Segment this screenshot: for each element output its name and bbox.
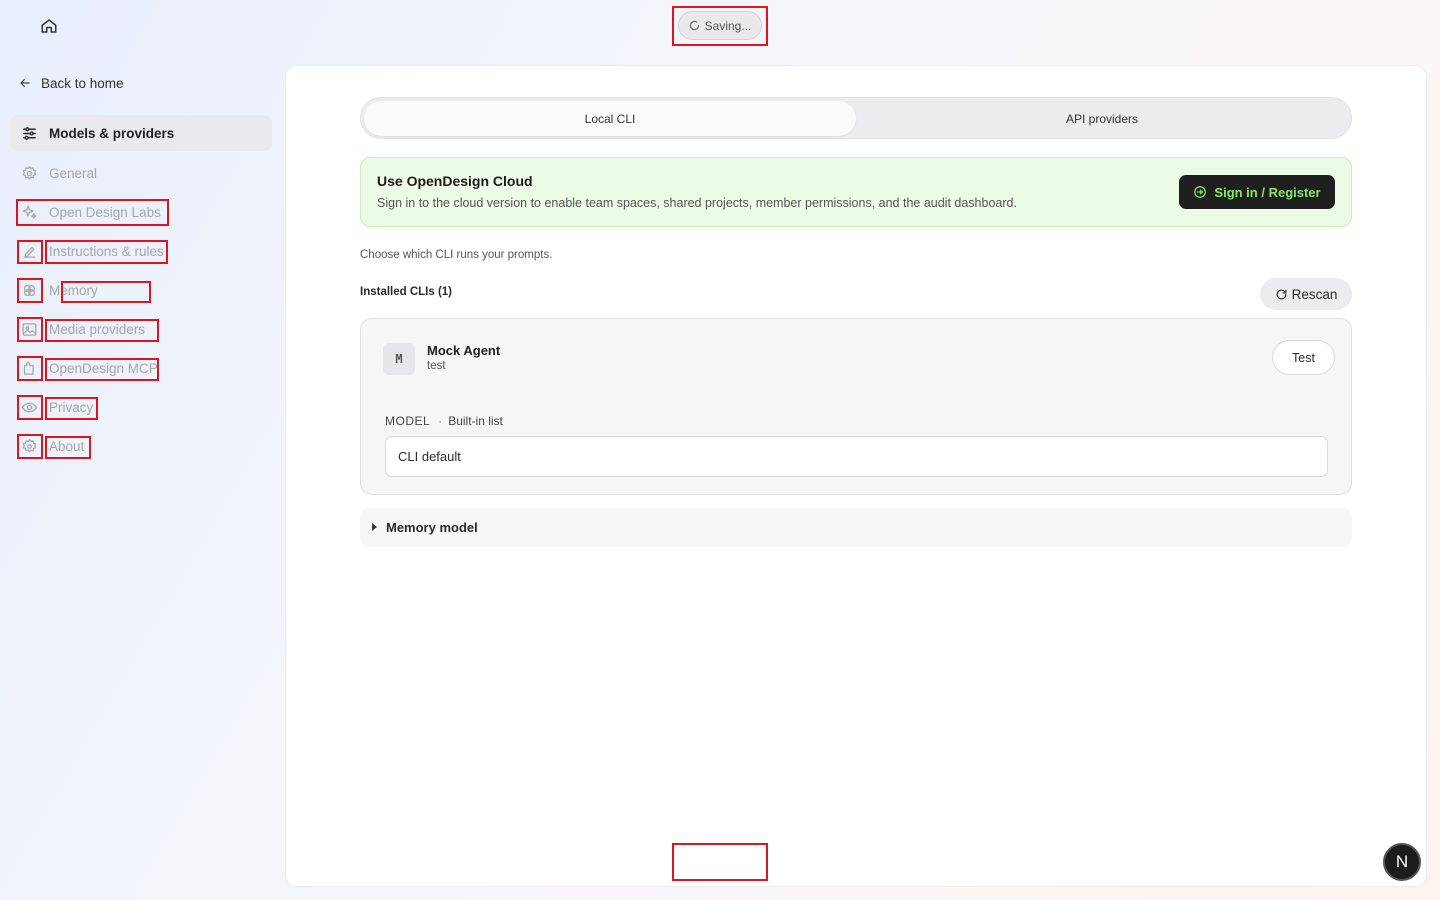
home-icon[interactable] xyxy=(40,17,58,35)
cloud-banner-description: Sign in to the cloud version to enable t… xyxy=(377,196,1017,210)
highlight-box xyxy=(672,843,768,881)
caret-right-icon xyxy=(372,523,377,531)
sidebar-item-privacy[interactable]: Privacy xyxy=(10,389,272,425)
sidebar-item-label: General xyxy=(49,165,98,181)
cli-avatar: M xyxy=(383,343,415,375)
memory-model-label: Memory model xyxy=(386,519,478,535)
provider-tabs: Local CLI API providers xyxy=(360,97,1352,139)
gear-icon xyxy=(21,165,38,182)
sidebar-item-label: Privacy xyxy=(49,399,94,415)
installed-clis-heading: Installed CLIs (1) xyxy=(360,286,453,298)
model-select[interactable]: CLI default xyxy=(385,436,1328,477)
test-button[interactable]: Test xyxy=(1272,340,1335,375)
rescan-button[interactable]: Rescan xyxy=(1260,278,1352,310)
separator-dot: · xyxy=(438,414,443,428)
plugin-icon xyxy=(21,360,38,377)
tab-local-cli[interactable]: Local CLI xyxy=(364,101,856,136)
sidebar-item-label: Media providers xyxy=(49,321,146,337)
cloud-banner: Use OpenDesign Cloud Sign in to the clou… xyxy=(360,157,1352,227)
back-to-home-label: Back to home xyxy=(41,75,124,91)
dev-tools-badge[interactable]: N xyxy=(1383,843,1421,881)
memory-model-disclosure[interactable]: Memory model xyxy=(360,507,1352,547)
model-label: MODEL xyxy=(385,414,431,428)
sidebar-item-instructions-rules[interactable]: Instructions & rules xyxy=(10,233,272,269)
sidebar-item-memory[interactable]: Memory xyxy=(10,272,272,308)
saving-highlight-box xyxy=(672,6,768,46)
sidebar-item-label: Models & providers xyxy=(49,125,175,141)
sign-in-icon xyxy=(1193,185,1207,199)
model-label-row: MODEL · Built-in list xyxy=(385,414,503,428)
dev-badge-letter: N xyxy=(1395,852,1409,871)
cloud-banner-title: Use OpenDesign Cloud xyxy=(377,173,533,189)
sign-in-register-label: Sign in / Register xyxy=(1214,184,1321,200)
cli-intro-text: Choose which CLI runs your prompts. xyxy=(360,249,553,261)
sidebar-item-about[interactable]: About xyxy=(10,428,272,464)
brain-icon xyxy=(21,282,38,299)
sidebar-item-media-providers[interactable]: Media providers xyxy=(10,311,272,347)
sliders-icon xyxy=(21,125,38,142)
sign-in-register-button[interactable]: Sign in / Register xyxy=(1179,175,1335,209)
refresh-icon xyxy=(1275,288,1288,301)
arrow-left-icon xyxy=(18,76,32,90)
info-gear-icon xyxy=(21,438,38,455)
cli-name: Mock Agent xyxy=(427,343,501,358)
sidebar-item-label: Open Design Labs xyxy=(49,204,161,220)
sidebar-item-open-design-labs[interactable]: Open Design Labs xyxy=(10,194,272,230)
pencil-icon xyxy=(21,243,38,260)
sidebar-item-label: Instructions & rules xyxy=(49,243,164,259)
sparkles-icon xyxy=(21,204,38,221)
eye-icon xyxy=(21,399,38,416)
sidebar-item-label: OpenDesign MCP xyxy=(49,360,158,376)
sidebar-item-label: About xyxy=(49,438,85,454)
image-icon xyxy=(21,321,38,338)
cli-subtitle: test xyxy=(427,360,446,372)
sidebar-item-general[interactable]: General xyxy=(10,155,272,191)
back-to-home-link[interactable]: Back to home xyxy=(18,73,124,93)
sidebar-item-models-providers[interactable]: Models & providers xyxy=(10,115,272,151)
cli-card-mock-agent[interactable]: M Mock Agent test Test MODEL · Built-in … xyxy=(360,318,1352,495)
rescan-label: Rescan xyxy=(1291,286,1338,302)
sidebar-item-opendesign-mcp[interactable]: OpenDesign MCP xyxy=(10,350,272,386)
model-source: Built-in list xyxy=(448,414,503,428)
tab-api-providers[interactable]: API providers xyxy=(856,101,1348,136)
sidebar-item-label: Memory xyxy=(49,282,98,298)
